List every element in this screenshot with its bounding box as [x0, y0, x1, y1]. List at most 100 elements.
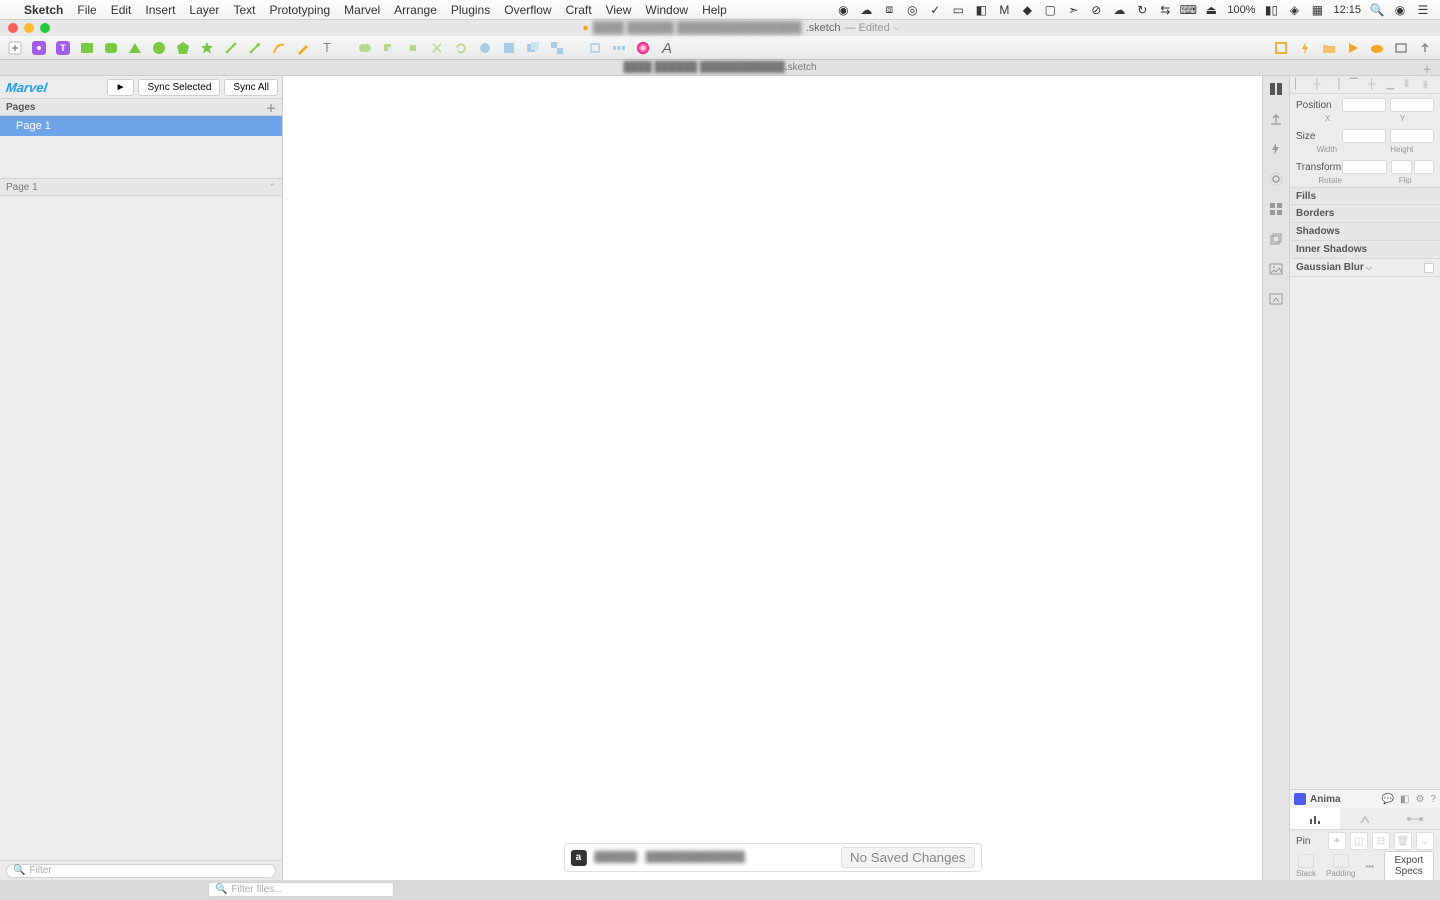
siri-icon[interactable]: ◉	[1393, 3, 1407, 17]
sync-all-button[interactable]: Sync All	[224, 79, 278, 96]
distribute-v-icon[interactable]: ⫵	[1423, 79, 1435, 91]
menu-help[interactable]: Help	[702, 3, 727, 17]
rounded-rect-tool-button[interactable]	[102, 39, 120, 57]
shadows-section[interactable]: Shadows	[1290, 223, 1440, 241]
no-saved-changes-button[interactable]: No Saved Changes	[841, 847, 975, 868]
group-button[interactable]	[524, 39, 542, 57]
ungroup-button[interactable]	[548, 39, 566, 57]
pin-all-button[interactable]: ✦	[1328, 832, 1346, 850]
cloud-sync-button[interactable]	[1368, 39, 1386, 57]
align-top-icon[interactable]: ▔	[1350, 79, 1362, 91]
menubar-clock[interactable]: 12:15	[1333, 4, 1361, 16]
forward-button[interactable]	[586, 39, 604, 57]
export-button[interactable]	[1416, 39, 1434, 57]
preview-button[interactable]	[1392, 39, 1410, 57]
oval-tool-button[interactable]	[150, 39, 168, 57]
calendar-icon[interactable]: ▦	[1310, 3, 1324, 17]
text-style-button[interactable]: T	[54, 39, 72, 57]
play-button[interactable]	[1344, 39, 1362, 57]
eject-icon[interactable]: ⏏	[1204, 3, 1218, 17]
gaussian-blur-section[interactable]: Gaussian Blur ⌵	[1290, 259, 1440, 277]
boolean-intersect-button[interactable]	[404, 39, 422, 57]
anima-help-icon[interactable]: ?	[1430, 794, 1436, 805]
distribute-h-icon[interactable]: ⫴	[1405, 79, 1417, 91]
window-minimize-button[interactable]	[24, 23, 34, 33]
cloud2-icon[interactable]: ☁	[1112, 3, 1126, 17]
menu-edit[interactable]: Edit	[111, 3, 132, 17]
flip-v-button[interactable]	[1414, 160, 1435, 174]
mask-button[interactable]	[500, 39, 518, 57]
pin-tb-button[interactable]: ⊟	[1372, 832, 1390, 850]
align-vcenter-icon[interactable]: ┼	[1368, 79, 1380, 91]
display-icon[interactable]: ▭	[951, 3, 965, 17]
align-left-icon[interactable]: ▏	[1295, 79, 1307, 91]
spotlight-icon[interactable]: 🔍	[1370, 3, 1384, 17]
artboard-button[interactable]	[1272, 39, 1290, 57]
add-page-button[interactable]: ＋	[266, 100, 276, 115]
scissors-tool-button[interactable]	[428, 39, 446, 57]
menu-view[interactable]: View	[606, 3, 632, 17]
pin-dropdown-button[interactable]: ⌄	[1416, 832, 1434, 850]
send-icon[interactable]: ➣	[1066, 3, 1080, 17]
menu-text[interactable]: Text	[233, 3, 255, 17]
size-height-input[interactable]	[1390, 129, 1434, 143]
fills-section[interactable]: Fills	[1290, 187, 1440, 205]
menu-overflow[interactable]: Overflow	[504, 3, 551, 17]
inspector-tab-image[interactable]	[1267, 260, 1285, 278]
marvel-play-button[interactable]: ►	[107, 79, 135, 96]
status-icon-1[interactable]: ◉	[836, 3, 850, 17]
sync-selected-button[interactable]: Sync Selected	[138, 79, 220, 96]
position-x-input[interactable]	[1342, 98, 1386, 112]
inspector-tab-export[interactable]	[1267, 110, 1285, 128]
timemachine-icon[interactable]: ↻	[1135, 3, 1149, 17]
inner-shadows-section[interactable]: Inner Shadows	[1290, 241, 1440, 259]
menu-arrange[interactable]: Arrange	[394, 3, 437, 17]
keyboard-icon[interactable]: ⌨	[1181, 3, 1195, 17]
color-picker-button[interactable]	[634, 39, 652, 57]
folder-button[interactable]	[1320, 39, 1338, 57]
anima-chat-icon[interactable]: 💬	[1382, 794, 1394, 805]
lightning-button[interactable]	[1296, 39, 1314, 57]
distribute-button[interactable]	[610, 39, 628, 57]
menu-marvel[interactable]: Marvel	[344, 3, 380, 17]
align-bottom-icon[interactable]: ▁	[1386, 79, 1398, 91]
boolean-union-button[interactable]	[356, 39, 374, 57]
menu-layer[interactable]: Layer	[189, 3, 219, 17]
stack-button[interactable]: Stack	[1296, 854, 1316, 878]
borders-section[interactable]: Borders	[1290, 205, 1440, 223]
insert-plus-button[interactable]	[6, 39, 24, 57]
window-zoom-button[interactable]	[40, 23, 50, 33]
vector-tool-button[interactable]	[270, 39, 288, 57]
pin-lr-button[interactable]: ◫	[1350, 832, 1368, 850]
document-tab-redacted[interactable]: ████ ██████ ████████████	[623, 62, 784, 73]
inspector-tab-duplicate[interactable]	[1267, 230, 1285, 248]
menu-window[interactable]: Window	[645, 3, 688, 17]
inspector-tab-prototype[interactable]	[1267, 140, 1285, 158]
canvas[interactable]: a ██████ · ██████████████ No Saved Chang…	[283, 76, 1262, 880]
inspector-tab-stock[interactable]	[1267, 290, 1285, 308]
anima-tab-flow[interactable]	[1390, 808, 1440, 829]
anima-tab-interaction[interactable]	[1340, 808, 1390, 829]
background-filter-files-input[interactable]: 🔍 Filter files...	[208, 882, 394, 897]
position-y-input[interactable]	[1390, 98, 1434, 112]
checkmark-circle-icon[interactable]: ✓	[928, 3, 942, 17]
wifi-icon[interactable]: ◈	[1287, 3, 1301, 17]
menubar-app-name[interactable]: Sketch	[24, 3, 63, 17]
notification-center-icon[interactable]: ☰	[1416, 3, 1430, 17]
anima-settings-icon[interactable]: ⚙	[1415, 794, 1424, 805]
text-tool-button[interactable]: T	[318, 39, 336, 57]
triangle-tool-button[interactable]	[126, 39, 144, 57]
flip-h-button[interactable]	[1391, 160, 1412, 174]
arrow-tool-button[interactable]	[246, 39, 264, 57]
rotate-tool-button[interactable]	[452, 39, 470, 57]
line-tool-button[interactable]	[222, 39, 240, 57]
menu-craft[interactable]: Craft	[566, 3, 592, 17]
status-icon-8[interactable]: M	[997, 3, 1011, 17]
inspector-tab-craft[interactable]	[1267, 80, 1285, 98]
status-icon-7[interactable]: ◧	[974, 3, 988, 17]
anima-tab-layout[interactable]	[1290, 808, 1340, 829]
page-item-1[interactable]: Page 1	[0, 116, 282, 136]
status-icon-10[interactable]: ▢	[1043, 3, 1057, 17]
menu-insert[interactable]: Insert	[145, 3, 175, 17]
polygon-tool-button[interactable]	[174, 39, 192, 57]
